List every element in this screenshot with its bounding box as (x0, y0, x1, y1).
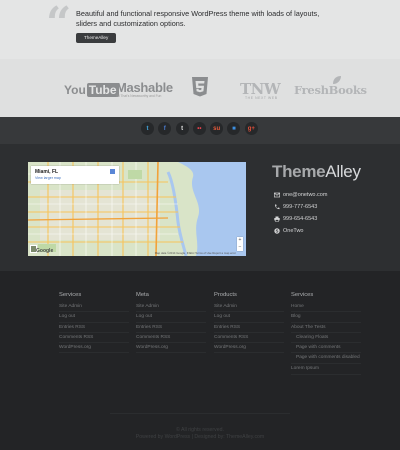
widget-link[interactable]: WordPress.org (136, 343, 206, 354)
google-map[interactable]: Miami, FL View larger map + − Google Map … (28, 162, 246, 256)
widget-link[interactable]: Site Admin (59, 302, 129, 313)
contact-phone: 999-777-6543 (274, 204, 317, 210)
widget-link[interactable]: WordPress.org (214, 343, 284, 354)
widget-link[interactable]: Home (291, 302, 361, 313)
freshbooks-leaf-icon (333, 76, 341, 84)
widget-link[interactable]: Entries RSS (59, 323, 129, 333)
footer-widgets: Services Site Admin Log out Entries RSS … (0, 280, 400, 418)
widget-link[interactable]: Log out (59, 312, 129, 323)
widget-link[interactable]: Lorem Ipsum (291, 364, 361, 375)
facebook-icon[interactable]: f (158, 122, 172, 135)
widget-link[interactable]: WordPress.org (59, 343, 129, 354)
social-bar: t f t •• su ■ g+ (0, 117, 400, 144)
widget-title: Services (291, 292, 314, 298)
widget-products: Products Site Admin Log out Entries RSS … (214, 292, 284, 354)
contact-email-text[interactable]: one@onetwo.com (283, 192, 327, 198)
brand-alley: Alley (325, 162, 361, 181)
youtube-logo-tube: Tube (86, 83, 119, 97)
widget-link[interactable]: Site Admin (136, 302, 206, 313)
widget-link[interactable]: Log out (214, 312, 284, 323)
widget-title: Meta (136, 292, 149, 298)
youtube-logo-you: You (64, 83, 86, 97)
contact-fax: 999-654-6543 (274, 216, 317, 222)
clients-logos-section: You Tube Mashable All That's Newsworthy a… (0, 59, 400, 117)
envelope-icon (274, 192, 280, 198)
footer-brand-logo[interactable]: ThemeAlley (272, 162, 361, 182)
testimonial-quote: Beautiful and functional responsive Word… (76, 9, 320, 28)
widget-sublink[interactable]: Page with comments (291, 343, 361, 354)
testimonial-section: “ Beautiful and functional responsive Wo… (0, 0, 400, 59)
tnw-tagline: THE NEXT WEB (245, 96, 278, 100)
widget-link[interactable]: Comments RSS (136, 333, 206, 344)
widget-meta: Meta Site Admin Log out Entries RSS Comm… (136, 292, 206, 354)
contact-skype: S OneTwo (274, 228, 303, 234)
contact-phone-text: 999-777-6543 (283, 204, 318, 210)
brand-theme: Theme (272, 162, 326, 181)
widget-link[interactable]: About The Tests (291, 323, 361, 333)
credits-text[interactable]: Powered by WordPress | Designed by: Them… (0, 434, 400, 440)
contact-email: one@onetwo.com (274, 192, 327, 198)
printer-icon (274, 216, 280, 222)
map-info-card: Miami, FL View larger map (31, 166, 119, 184)
svg-text:S: S (276, 229, 279, 234)
widget-sublink[interactable]: Page with comments disabled (291, 353, 361, 365)
widget-pages: Services Home Blog About The Tests Clear… (291, 292, 361, 375)
widget-link[interactable]: Comments RSS (59, 333, 129, 344)
google-logo: Google (36, 248, 54, 254)
directions-icon[interactable] (110, 169, 115, 174)
widget-link[interactable]: Comments RSS (214, 333, 284, 344)
widget-link[interactable]: Entries RSS (214, 323, 284, 333)
contact-fax-text: 999-654-6543 (283, 216, 318, 222)
youtube-logo[interactable]: You Tube (64, 83, 119, 97)
map-attribution: Map data ©2014 Google, INEGI Terms of Us… (154, 251, 236, 255)
footer-divider (110, 413, 290, 414)
stumbleupon-icon[interactable]: su (210, 122, 224, 135)
widget-sublink[interactable]: Clearing Floats (291, 333, 361, 344)
site-footer: © All rights reserved. Powered by WordPr… (0, 413, 400, 450)
social-links: t f t •• su ■ g+ (141, 122, 262, 135)
mashable-logo[interactable]: Mashable (116, 80, 173, 95)
html5-logo-icon[interactable] (191, 77, 209, 97)
contact-skype-text: OneTwo (283, 228, 304, 234)
quote-icon: “ (46, 0, 72, 49)
widget-link[interactable]: Blog (291, 312, 361, 323)
tumblr-icon[interactable]: t (175, 122, 189, 135)
widget-title: Services (59, 292, 82, 298)
flickr-icon[interactable]: •• (192, 122, 206, 135)
freshbooks-logo[interactable]: FreshBooks (294, 83, 367, 97)
phone-icon (274, 204, 280, 210)
widget-link[interactable]: Log out (136, 312, 206, 323)
map-location-title: Miami, FL (35, 169, 59, 175)
widget-link[interactable]: Site Admin (214, 302, 284, 313)
twitter-icon[interactable]: t (141, 122, 154, 135)
contact-section: Miami, FL View larger map + − Google Map … (0, 144, 400, 271)
widget-link[interactable]: Entries RSS (136, 323, 206, 333)
view-larger-map-link[interactable]: View larger map (35, 176, 61, 180)
testimonial-author-badge: ThemeAlley (76, 33, 117, 43)
delicious-icon[interactable]: ■ (227, 122, 241, 135)
mashable-tagline: All That's Newsworthy and Fun (116, 94, 162, 98)
widget-title: Products (214, 292, 237, 298)
map-zoom-control[interactable]: + − (237, 237, 243, 251)
skype-icon: S (274, 228, 280, 234)
copyright-text: © All rights reserved. (176, 427, 224, 433)
widget-services: Services Site Admin Log out Entries RSS … (59, 292, 129, 354)
google-plus-icon[interactable]: g+ (244, 122, 258, 135)
